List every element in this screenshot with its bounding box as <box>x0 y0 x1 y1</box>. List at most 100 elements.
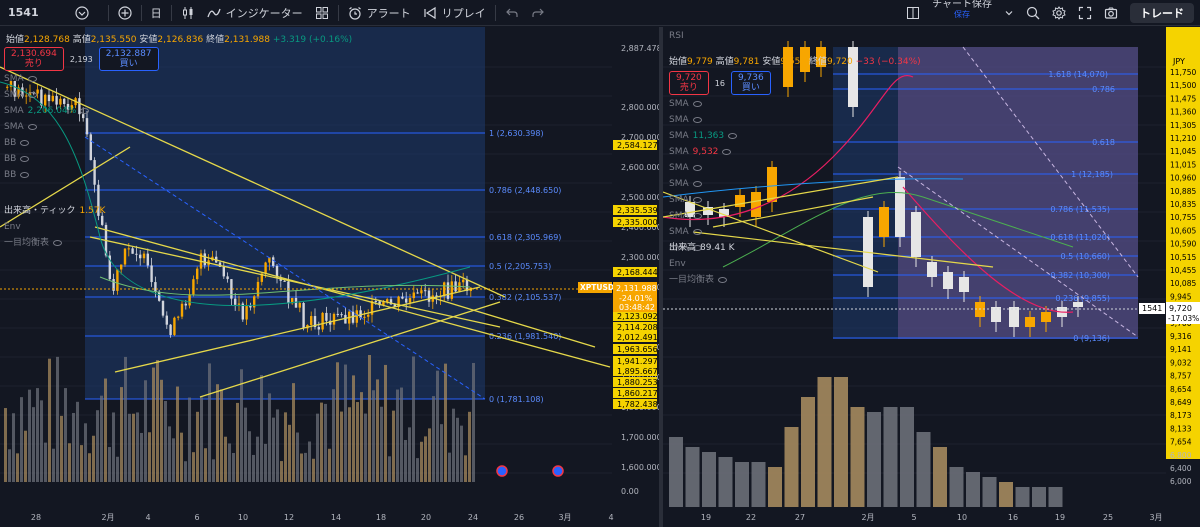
eye-icon[interactable] <box>27 92 37 98</box>
eye-icon[interactable] <box>692 101 702 107</box>
volume-bar <box>16 453 19 482</box>
right-chart-pane[interactable]: 1.618 (14,070) 0.786 0.618 1 (12,185) 0.786 … <box>663 27 1200 527</box>
legend-row[interactable]: BB <box>4 167 89 183</box>
legend-row[interactable]: SMA <box>669 224 737 240</box>
symbol-menu-icon <box>75 5 89 20</box>
volume-bar <box>420 441 423 482</box>
snapshot-button[interactable] <box>1098 0 1124 26</box>
price-tick: 11,045 <box>1170 147 1196 156</box>
eye-icon[interactable] <box>27 76 37 82</box>
symbol-tag-text: 1541 <box>1142 304 1162 313</box>
legend-row[interactable]: BB <box>4 135 89 151</box>
legend-row[interactable]: SMA <box>669 96 737 112</box>
eye-icon[interactable] <box>692 213 702 219</box>
price-tick: 9,945 <box>1170 292 1192 301</box>
price-tick: 11,305 <box>1170 121 1196 130</box>
chart-type-button[interactable] <box>175 0 201 26</box>
volume-bar <box>180 432 183 482</box>
settings-button[interactable] <box>1046 0 1072 26</box>
fullscreen-button[interactable] <box>1072 0 1098 26</box>
eye-icon[interactable] <box>27 124 37 130</box>
interval-button[interactable]: 日 <box>145 0 168 26</box>
right-chart-canvas[interactable]: 1.618 (14,070) 0.786 0.618 1 (12,185) 0.786 … <box>663 27 1200 527</box>
eye-icon[interactable] <box>20 140 30 146</box>
indicators-button[interactable]: インジケーター <box>201 0 309 26</box>
volume-bar <box>96 410 99 482</box>
symbol-text: 1541 <box>8 6 39 19</box>
legend-row[interactable]: BB <box>4 151 89 167</box>
volume-bar <box>368 354 371 482</box>
eye-icon[interactable] <box>728 133 738 139</box>
buy-label: 買い <box>741 83 760 93</box>
sell-button[interactable]: 9,720 売り <box>669 71 709 95</box>
volume-bar <box>328 448 331 482</box>
legend-row[interactable]: SMA <box>4 119 89 135</box>
legend-row[interactable]: SMA <box>669 160 737 176</box>
layout-button[interactable] <box>900 0 926 26</box>
volume-bar <box>152 367 155 482</box>
volume-bar <box>916 432 931 507</box>
time-tick: 4 <box>145 513 150 522</box>
eye-icon[interactable] <box>20 156 30 162</box>
legend-row[interactable]: SMA <box>4 87 89 103</box>
legend-label: SMA <box>4 122 24 132</box>
candle-body <box>237 303 241 305</box>
trade-button[interactable]: トレード <box>1130 2 1194 23</box>
legend-row[interactable]: SMA <box>669 112 737 128</box>
price-tick: 2,300.000 <box>621 253 659 262</box>
legend-row[interactable]: SMA <box>669 192 737 208</box>
volume-bar <box>128 413 131 482</box>
save-chart-button[interactable]: チャート保存 保存 <box>926 0 998 26</box>
replay-button[interactable]: リプレイ <box>417 0 492 26</box>
eye-icon[interactable] <box>692 165 702 171</box>
legend-row[interactable]: SMA <box>4 71 89 87</box>
undo-button[interactable] <box>499 0 525 26</box>
close-label: 終値 <box>206 35 225 45</box>
candle-body <box>344 314 347 324</box>
eye-icon[interactable] <box>20 172 30 178</box>
plus-circle-icon <box>118 5 132 20</box>
alert-button[interactable]: アラート <box>342 0 417 26</box>
candle-body <box>783 47 793 87</box>
volume-bar <box>456 417 459 482</box>
price-tick: 9,316 <box>1170 332 1192 341</box>
buy-button[interactable]: 2,132.887 買い <box>98 47 159 71</box>
price-tick: 8,757 <box>1170 372 1192 381</box>
legend-row[interactable]: SMA <box>669 208 737 224</box>
price-tick: 0.00 <box>621 487 639 496</box>
eye-icon[interactable] <box>718 277 728 283</box>
quick-search-button[interactable] <box>1020 0 1046 26</box>
time-tick: 10 <box>238 513 248 522</box>
legend-row[interactable]: SMA 9,532 <box>669 144 737 160</box>
legend-row[interactable]: SMA 11,363 <box>669 128 738 144</box>
compare-button[interactable] <box>112 0 138 26</box>
time-tick: 25 <box>1103 513 1113 522</box>
layout-templates-button[interactable] <box>309 0 335 26</box>
candle-body <box>283 280 286 282</box>
candle-body <box>180 303 184 317</box>
time-tick: 12 <box>284 513 294 522</box>
candle-body <box>959 277 969 292</box>
volume-bar <box>124 356 127 482</box>
eye-icon[interactable] <box>692 181 702 187</box>
symbol-search[interactable]: 1541 <box>0 0 105 26</box>
sell-button[interactable]: 2,130.694 売り <box>4 47 64 71</box>
left-chart-pane[interactable]: 1 (2,630.398) 0.786 (2,448.650) 0.618 (2,3… <box>0 27 659 527</box>
left-chart-canvas[interactable]: 1 (2,630.398) 0.786 (2,448.650) 0.618 (2,3… <box>0 27 659 527</box>
separator <box>494 4 496 21</box>
buy-button[interactable]: 9,736 買い <box>730 71 771 95</box>
legend-row[interactable]: SMA 2,206.04% <box>4 103 90 119</box>
eye-icon[interactable] <box>80 108 90 114</box>
candle-body <box>1025 317 1035 327</box>
legend-label: SMA <box>669 211 689 221</box>
save-menu-button[interactable] <box>998 0 1020 26</box>
redo-button[interactable] <box>525 0 551 26</box>
eye-icon[interactable] <box>53 240 63 246</box>
eye-icon[interactable] <box>692 229 702 235</box>
candle-body <box>203 253 206 266</box>
eye-icon[interactable] <box>692 117 702 123</box>
eye-icon[interactable] <box>692 197 702 203</box>
fib-label: 0.236 (9,855) <box>1055 294 1110 303</box>
eye-icon[interactable] <box>722 149 732 155</box>
legend-row[interactable]: SMA <box>669 176 737 192</box>
